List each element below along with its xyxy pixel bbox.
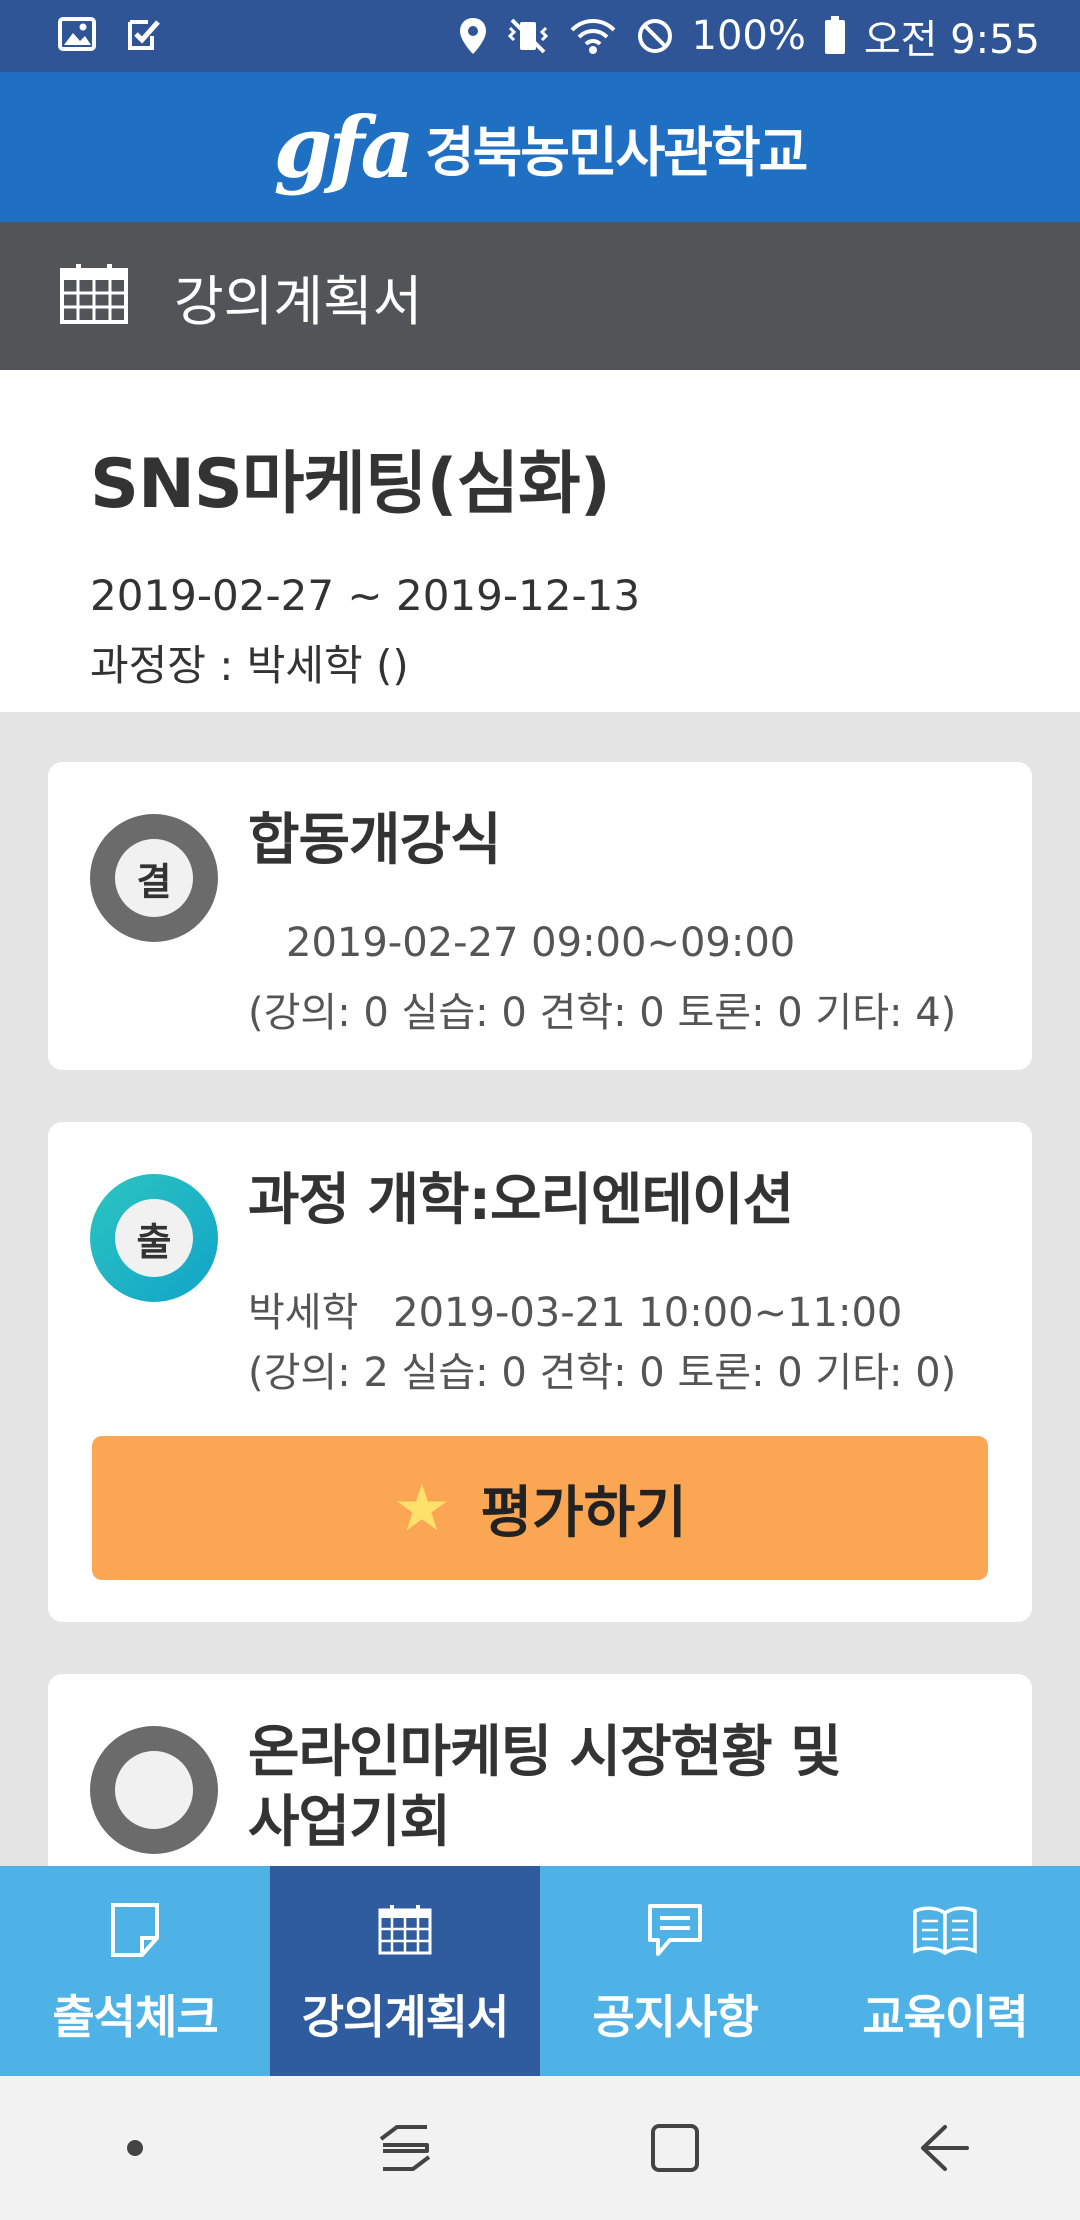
brand-bar: gfa 경북농민사관학교 <box>0 72 1080 222</box>
attendance-status-label <box>115 1751 193 1829</box>
wifi-icon <box>568 16 618 56</box>
status-right: 100% 오전 9:55 <box>458 7 1040 65</box>
calendar-icon <box>378 1895 432 1965</box>
attendance-status-present: 출 <box>90 1174 218 1302</box>
evaluate-label: 평가하기 <box>480 1480 687 1544</box>
course-title: SNS마케팅(심화) <box>90 445 611 524</box>
calendar-icon <box>60 264 128 328</box>
attendance-status-label: 출 <box>115 1199 193 1277</box>
brand-logo: gfa <box>273 97 415 197</box>
evaluate-button[interactable]: ★ 평가하기 <box>92 1436 988 1580</box>
clock: 오전 9:55 <box>863 17 1040 63</box>
status-bar: 100% 오전 9:55 <box>0 0 1080 72</box>
attendance-status-label: 결 <box>115 839 193 917</box>
nav-label: 출석체크 <box>52 1990 218 2044</box>
bottom-nav: 출석체크 강의계획서 공지사항 교육이력 <box>0 1866 1080 2076</box>
check-clipboard-icon <box>126 16 162 56</box>
battery-icon <box>824 16 846 56</box>
lecture-title: 온라인마케팅 시장현황 및 사업기회 <box>248 1718 842 1858</box>
course-manager: 과정장 : 박세학 () <box>90 641 409 690</box>
vibrate-icon <box>506 16 550 56</box>
open-book-icon <box>912 1895 978 1965</box>
status-left-icons <box>58 16 162 56</box>
nav-item-lecture-plan[interactable]: 강의계획서 <box>270 1866 540 2076</box>
lecture-title: 과정 개학:오리엔테이션 <box>248 1168 794 1233</box>
nav-item-education-history[interactable]: 교육이력 <box>810 1866 1080 2076</box>
lecture-card[interactable]: 출 과정 개학:오리엔테이션 박세학 2019-03-21 10:00~11:0… <box>48 1122 1032 1622</box>
battery-percent: 100% <box>691 13 806 59</box>
dot-icon[interactable] <box>75 2088 195 2208</box>
section-title: 강의계획서 <box>174 269 423 333</box>
lecture-card[interactable]: 결 합동개강식 2019-02-27 09:00~09:00 (강의: 0 실습… <box>48 762 1032 1070</box>
nav-item-notices[interactable]: 공지사항 <box>540 1866 810 2076</box>
brand-name: 경북농민사관학교 <box>424 120 808 184</box>
lecture-datetime: 2019-02-27 09:00~09:00 <box>286 920 796 966</box>
nav-label: 강의계획서 <box>301 1990 510 2044</box>
lecture-datetime: 2019-03-21 10:00~11:00 <box>393 1290 903 1336</box>
system-nav-bar <box>0 2076 1080 2220</box>
course-dates: 2019-02-27 ~ 2019-12-13 <box>90 571 641 620</box>
lecture-list[interactable]: 결 합동개강식 2019-02-27 09:00~09:00 (강의: 0 실습… <box>0 712 1080 1866</box>
lecture-title: 합동개강식 <box>248 808 502 873</box>
recent-apps-icon[interactable] <box>345 2088 465 2208</box>
note-icon <box>110 1895 160 1965</box>
attendance-status-absent: 결 <box>90 814 218 942</box>
lecture-instructor: 박세학 <box>248 1290 359 1336</box>
home-icon[interactable] <box>615 2088 735 2208</box>
nav-label: 교육이력 <box>862 1990 1028 2044</box>
chat-bubble-icon <box>646 1895 704 1965</box>
image-icon <box>58 17 96 55</box>
star-icon: ★ <box>393 1471 451 1544</box>
location-icon <box>458 16 488 56</box>
attendance-status-pending <box>90 1726 218 1854</box>
nav-item-attendance[interactable]: 출석체크 <box>0 1866 270 2076</box>
lecture-title-line: 온라인마케팅 시장현황 및 <box>248 1720 842 1785</box>
course-info: SNS마케팅(심화) 2019-02-27 ~ 2019-12-13 과정장 :… <box>0 370 1080 712</box>
nav-label: 공지사항 <box>592 1990 758 2044</box>
section-header: 강의계획서 <box>0 222 1080 370</box>
lecture-counts: (강의: 2 실습: 0 견학: 0 토론: 0 기타: 0) <box>248 1350 957 1396</box>
lecture-meta: 박세학 2019-03-21 10:00~11:00 <box>248 1280 902 1338</box>
back-icon[interactable] <box>885 2088 1005 2208</box>
blocked-icon <box>636 17 674 55</box>
lecture-title-line: 사업기회 <box>248 1790 451 1855</box>
lecture-counts: (강의: 0 실습: 0 견학: 0 토론: 0 기타: 4) <box>248 990 957 1036</box>
lecture-card[interactable]: 온라인마케팅 시장현황 및 사업기회 <box>48 1674 1032 1866</box>
